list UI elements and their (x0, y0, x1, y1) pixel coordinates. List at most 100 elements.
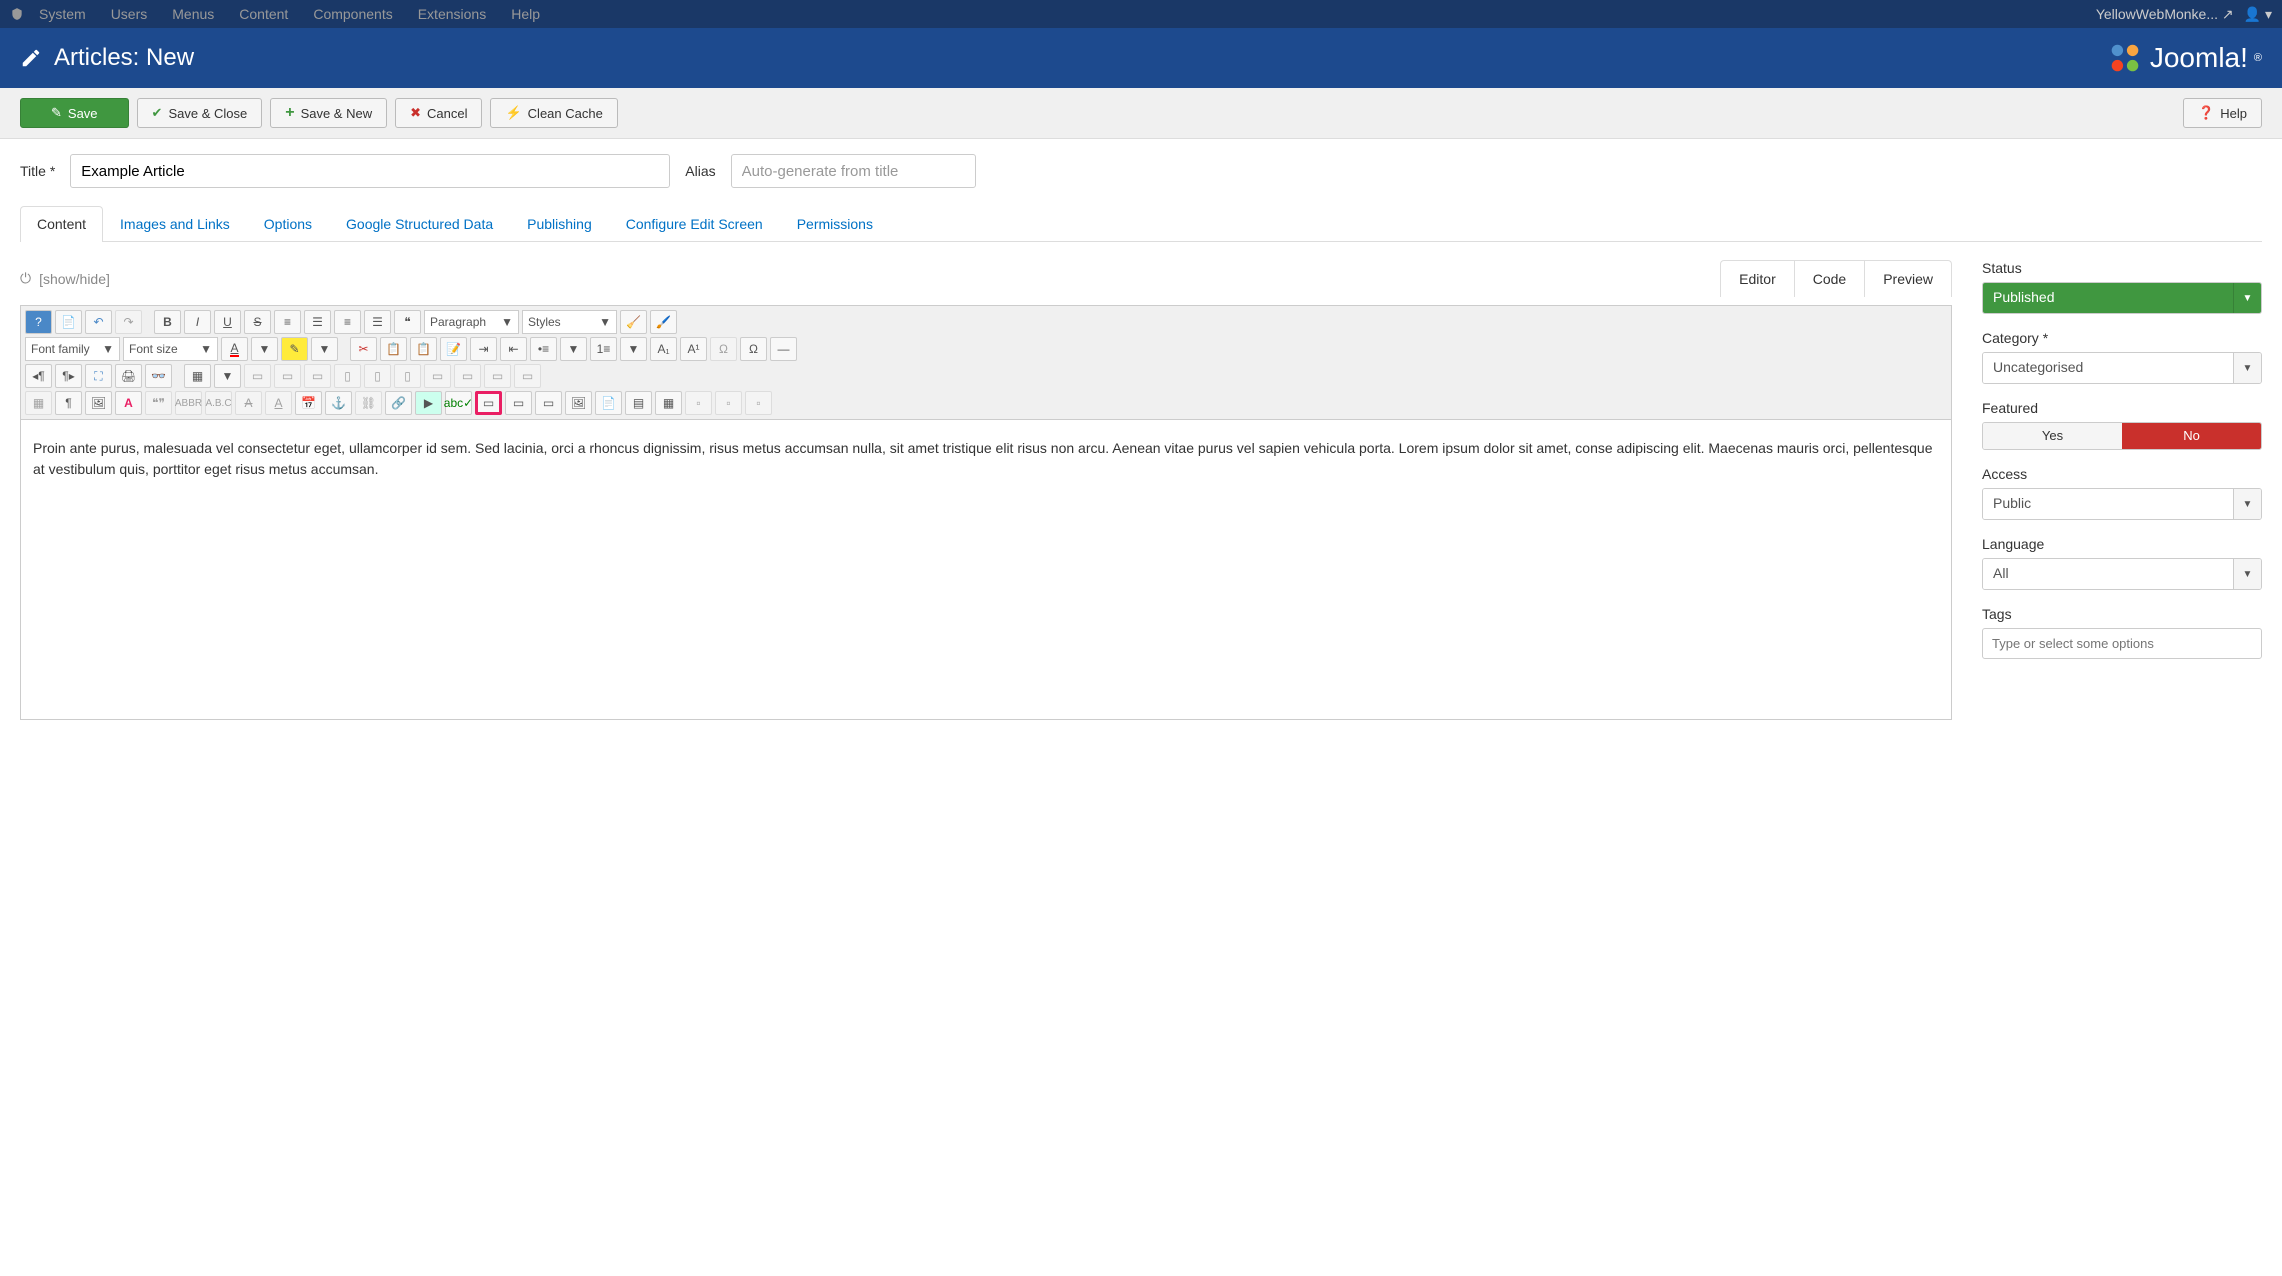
menu-components[interactable]: Components (313, 6, 392, 22)
tbl-props-icon[interactable]: ▭ (514, 364, 541, 388)
alias-input[interactable] (731, 154, 976, 188)
numlist-dd-icon[interactable]: ▼ (620, 337, 647, 361)
image3-icon[interactable]: 🖼 (565, 391, 592, 415)
readmore-icon[interactable]: ▭ (505, 391, 532, 415)
textcolor-icon[interactable]: A (115, 391, 142, 415)
quote-icon[interactable]: ❝❞ (145, 391, 172, 415)
paste-text-icon[interactable]: 📝 (440, 337, 467, 361)
row-after-icon[interactable]: ▭ (274, 364, 301, 388)
status-select[interactable]: Published▼ (1982, 282, 2262, 314)
align-left-icon[interactable]: ≡ (274, 310, 301, 334)
abbr-icon[interactable]: ABBR (175, 391, 202, 415)
tags-input[interactable] (1982, 628, 2262, 659)
save-new-button[interactable]: + Save & New (270, 98, 387, 128)
tab-images-links[interactable]: Images and Links (103, 206, 247, 241)
char-icon[interactable]: Ω (710, 337, 737, 361)
rtl-icon[interactable]: ¶▸ (55, 364, 82, 388)
save-button[interactable]: ✎ Save (20, 98, 129, 128)
subtab-editor[interactable]: Editor (1721, 261, 1795, 297)
file-icon[interactable]: 📄 (595, 391, 622, 415)
brush-icon[interactable]: 🖌️ (650, 310, 677, 334)
copy-icon[interactable]: 📋 (380, 337, 407, 361)
access-select[interactable]: Public▼ (1982, 488, 2262, 520)
save-close-button[interactable]: ✔ Save & Close (137, 98, 263, 128)
anchor-icon[interactable]: ⚓ (325, 391, 352, 415)
help-button[interactable]: ❓ Help (2183, 98, 2262, 128)
user-menu-icon[interactable]: 👤 ▾ (2244, 6, 2272, 23)
module-icon[interactable]: ▦ (655, 391, 682, 415)
image2-icon[interactable]: 🖼 (85, 391, 112, 415)
redo-icon[interactable]: ↷ (115, 310, 142, 334)
tbl-del-icon[interactable]: ▭ (484, 364, 511, 388)
media-icon[interactable]: ▶ (415, 391, 442, 415)
ins-icon[interactable]: A (265, 391, 292, 415)
help-icon[interactable]: ? (25, 310, 52, 334)
blockquote-icon[interactable]: ❝ (394, 310, 421, 334)
showhide-toggle[interactable]: [show/hide] (39, 271, 110, 287)
menu-menus[interactable]: Menus (172, 6, 214, 22)
ltr-icon[interactable]: ◂¶ (25, 364, 52, 388)
backcolor-icon[interactable]: ✎ (281, 337, 308, 361)
row-before-icon[interactable]: ▭ (244, 364, 271, 388)
menu-users[interactable]: Users (111, 6, 148, 22)
cut-icon[interactable]: ✂ (350, 337, 377, 361)
align-center-icon[interactable]: ☰ (304, 310, 331, 334)
joomla-icon[interactable] (10, 7, 24, 21)
abc-icon[interactable]: A.B.C (205, 391, 232, 415)
tab-permissions[interactable]: Permissions (780, 206, 890, 241)
italic-icon[interactable]: I (184, 310, 211, 334)
menu-help[interactable]: Help (511, 6, 540, 22)
sup-icon[interactable]: A¹ (680, 337, 707, 361)
merge-icon[interactable]: ▭ (424, 364, 451, 388)
outdent-icon[interactable]: ⇤ (500, 337, 527, 361)
col-del-icon[interactable]: ▯ (394, 364, 421, 388)
row-del-icon[interactable]: ▭ (304, 364, 331, 388)
underline-icon[interactable]: U (214, 310, 241, 334)
btn-a-icon[interactable]: ▫ (685, 391, 712, 415)
tab-publishing[interactable]: Publishing (510, 206, 609, 241)
bullist-dd-icon[interactable]: ▼ (560, 337, 587, 361)
col-after-icon[interactable]: ▯ (364, 364, 391, 388)
clean-cache-button[interactable]: ⚡ Clean Cache (490, 98, 617, 128)
title-input[interactable] (70, 154, 670, 188)
tab-content[interactable]: Content (20, 206, 103, 242)
tab-google-structured[interactable]: Google Structured Data (329, 206, 510, 241)
featured-toggle[interactable]: Yes No (1982, 422, 2262, 450)
table-dd-icon[interactable]: ▼ (214, 364, 241, 388)
numlist-icon[interactable]: 1≡ (590, 337, 617, 361)
forecolor-dd-icon[interactable]: ▼ (251, 337, 278, 361)
strike-icon[interactable]: S (244, 310, 271, 334)
menu-content[interactable]: Content (239, 6, 288, 22)
fontfamily-select[interactable]: Font family ▼ (25, 337, 120, 361)
link-icon[interactable]: 🔗 (385, 391, 412, 415)
bold-icon[interactable]: B (154, 310, 181, 334)
fullscreen-icon[interactable]: ⛶ (85, 364, 112, 388)
col-before-icon[interactable]: ▯ (334, 364, 361, 388)
hr-icon[interactable]: — (770, 337, 797, 361)
subtab-code[interactable]: Code (1795, 261, 1865, 297)
date-icon[interactable]: 📅 (295, 391, 322, 415)
backcolor-dd-icon[interactable]: ▼ (311, 337, 338, 361)
editor-content-area[interactable]: Proin ante purus, malesuada vel consecte… (20, 420, 1952, 720)
site-name-link[interactable]: YellowWebMonke... ↗ (2096, 6, 2234, 23)
sub-icon[interactable]: A₁ (650, 337, 677, 361)
bullist-icon[interactable]: •≡ (530, 337, 557, 361)
para-icon[interactable]: ¶ (55, 391, 82, 415)
menu-system[interactable]: System (39, 6, 86, 22)
format-select[interactable]: Paragraph ▼ (424, 310, 519, 334)
table-icon[interactable]: ▦ (184, 364, 211, 388)
tab-configure-edit[interactable]: Configure Edit Screen (609, 206, 780, 241)
pagebreak-icon[interactable]: ▭ (535, 391, 562, 415)
omega-icon[interactable]: Ω (740, 337, 767, 361)
cancel-button[interactable]: ✖ Cancel (395, 98, 482, 128)
align-right-icon[interactable]: ≡ (334, 310, 361, 334)
spellcheck-icon[interactable]: abc✓ (445, 391, 472, 415)
indent-icon[interactable]: ⇥ (470, 337, 497, 361)
newdoc-icon[interactable]: 📄 (55, 310, 82, 334)
hr-insert-icon[interactable]: ▭ (475, 391, 502, 415)
btn-c-icon[interactable]: ▫ (745, 391, 772, 415)
subtab-preview[interactable]: Preview (1865, 261, 1951, 297)
del-icon[interactable]: A (235, 391, 262, 415)
power-icon[interactable]: ⏻ (20, 270, 31, 287)
paste-icon[interactable]: 📋 (410, 337, 437, 361)
